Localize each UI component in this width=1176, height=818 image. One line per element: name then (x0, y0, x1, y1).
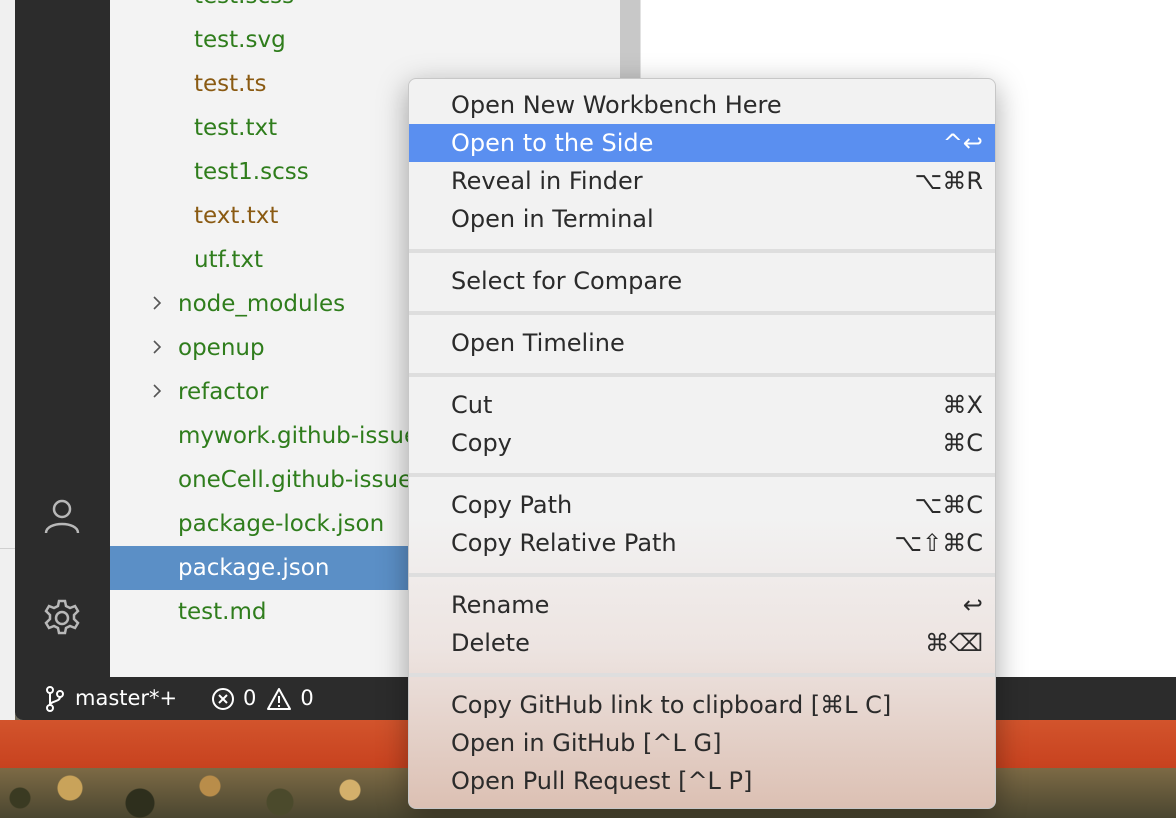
menu-separator (409, 473, 995, 477)
menu-item[interactable]: Copy Relative Path ⌥⇧⌘C (409, 524, 995, 562)
menu-item[interactable]: Open Pull Request [^L P] (409, 762, 995, 800)
explorer-item-label: test.md (178, 599, 267, 625)
branch-status[interactable]: master*+ (45, 677, 177, 720)
menu-item[interactable]: Open in GitHub [^L G] (409, 724, 995, 762)
menu-item[interactable]: Copy Path ⌥⌘C (409, 486, 995, 524)
explorer-item-label: test.svg (194, 27, 286, 53)
menu-item-shortcut: ⌥⌘C (914, 491, 983, 519)
warning-count: 0 (300, 686, 314, 710)
menu-item-label: Open in Terminal (451, 205, 654, 233)
menu-item[interactable]: Open Timeline (409, 324, 995, 362)
menu-item-label: Copy Path (451, 491, 573, 519)
gear-icon[interactable] (42, 598, 82, 638)
explorer-item-label: mywork.github-issues (178, 423, 431, 449)
menu-item[interactable]: Open in Terminal (409, 200, 995, 238)
menu-separator (409, 311, 995, 315)
menu-item-shortcut: ⌥⇧⌘C (894, 529, 983, 557)
error-count: 0 (243, 686, 257, 710)
menu-item-label: Copy Relative Path (451, 529, 677, 557)
menu-item-label: Select for Compare (451, 267, 683, 295)
explorer-item-label: package-lock.json (178, 511, 385, 537)
menu-separator (409, 573, 995, 577)
menu-item[interactable]: Reveal in Finder ⌥⌘R (409, 162, 995, 200)
problems-status[interactable]: 0 0 (211, 677, 314, 720)
menu-item-shortcut: ⌥⌘R (914, 167, 983, 195)
menu-item-shortcut: ⌘X (942, 391, 983, 419)
menu-item[interactable]: Copy ⌘C (409, 424, 995, 462)
explorer-item-label: test.scss (194, 0, 294, 18)
menu-item-label: Copy (451, 429, 512, 457)
menu-item-label: Rename (451, 591, 550, 619)
explorer-item-label: node_modules (178, 291, 346, 317)
menu-item[interactable]: Select for Compare (409, 262, 995, 300)
explorer-item-label: test1.scss (194, 159, 309, 185)
menu-item-label: Open Pull Request [^L P] (451, 767, 753, 795)
menu-item-label: Copy GitHub link to clipboard [⌘L C] (451, 691, 892, 719)
explorer-item-label: test.txt (194, 115, 278, 141)
git-branch-icon (46, 685, 64, 712)
menu-item-shortcut: ^↩ (942, 129, 983, 157)
context-menu: Open New Workbench Here Open to the Side ^… (408, 78, 996, 809)
menu-item-label: Cut (451, 391, 493, 419)
menu-item[interactable]: Copy GitHub link to clipboard [⌘L C] (409, 686, 995, 724)
menu-separator (409, 249, 995, 253)
menu-separator (409, 373, 995, 377)
menu-item[interactable]: Delete ⌘⌫ (409, 624, 995, 662)
menu-item[interactable]: Open to the Side ^↩ (409, 124, 995, 162)
explorer-item-label: openup (178, 335, 265, 361)
explorer-file-item[interactable]: test.scssU (110, 0, 703, 18)
menu-item-shortcut: ⌘⌫ (925, 629, 983, 657)
explorer-item-label: utf.txt (194, 247, 263, 273)
menu-item[interactable]: Rename ↩ (409, 586, 995, 624)
menu-item[interactable]: Cut ⌘X (409, 386, 995, 424)
explorer-item-label: package.json (178, 555, 330, 581)
branch-name: master*+ (75, 686, 178, 710)
menu-item-label: Delete (451, 629, 530, 657)
menu-item-label: Reveal in Finder (451, 167, 643, 195)
menu-item-shortcut: ⌘C (942, 429, 983, 457)
error-icon (212, 687, 234, 710)
explorer-item-label: oneCell.github-issues (178, 467, 425, 493)
background-window-edge (0, 0, 15, 720)
activity-bar (15, 0, 110, 677)
account-icon[interactable] (42, 495, 82, 535)
chevron-right-icon[interactable] (150, 384, 164, 398)
warning-icon (267, 687, 292, 710)
menu-item-label: Open New Workbench Here (451, 91, 782, 119)
menu-separator (409, 673, 995, 677)
menu-item[interactable]: Open New Workbench Here (409, 86, 995, 124)
menu-item-label: Open in GitHub [^L G] (451, 729, 722, 757)
chevron-right-icon[interactable] (150, 296, 164, 310)
chevron-right-icon[interactable] (150, 340, 164, 354)
menu-item-label: Open Timeline (451, 329, 625, 357)
explorer-item-label: refactor (178, 379, 269, 405)
menu-item-shortcut: ↩ (962, 591, 983, 619)
menu-item-label: Open to the Side (451, 129, 654, 157)
explorer-item-label: text.txt (194, 203, 279, 229)
explorer-item-label: test.ts (194, 71, 267, 97)
explorer-file-item[interactable]: test.svgU (110, 18, 703, 62)
